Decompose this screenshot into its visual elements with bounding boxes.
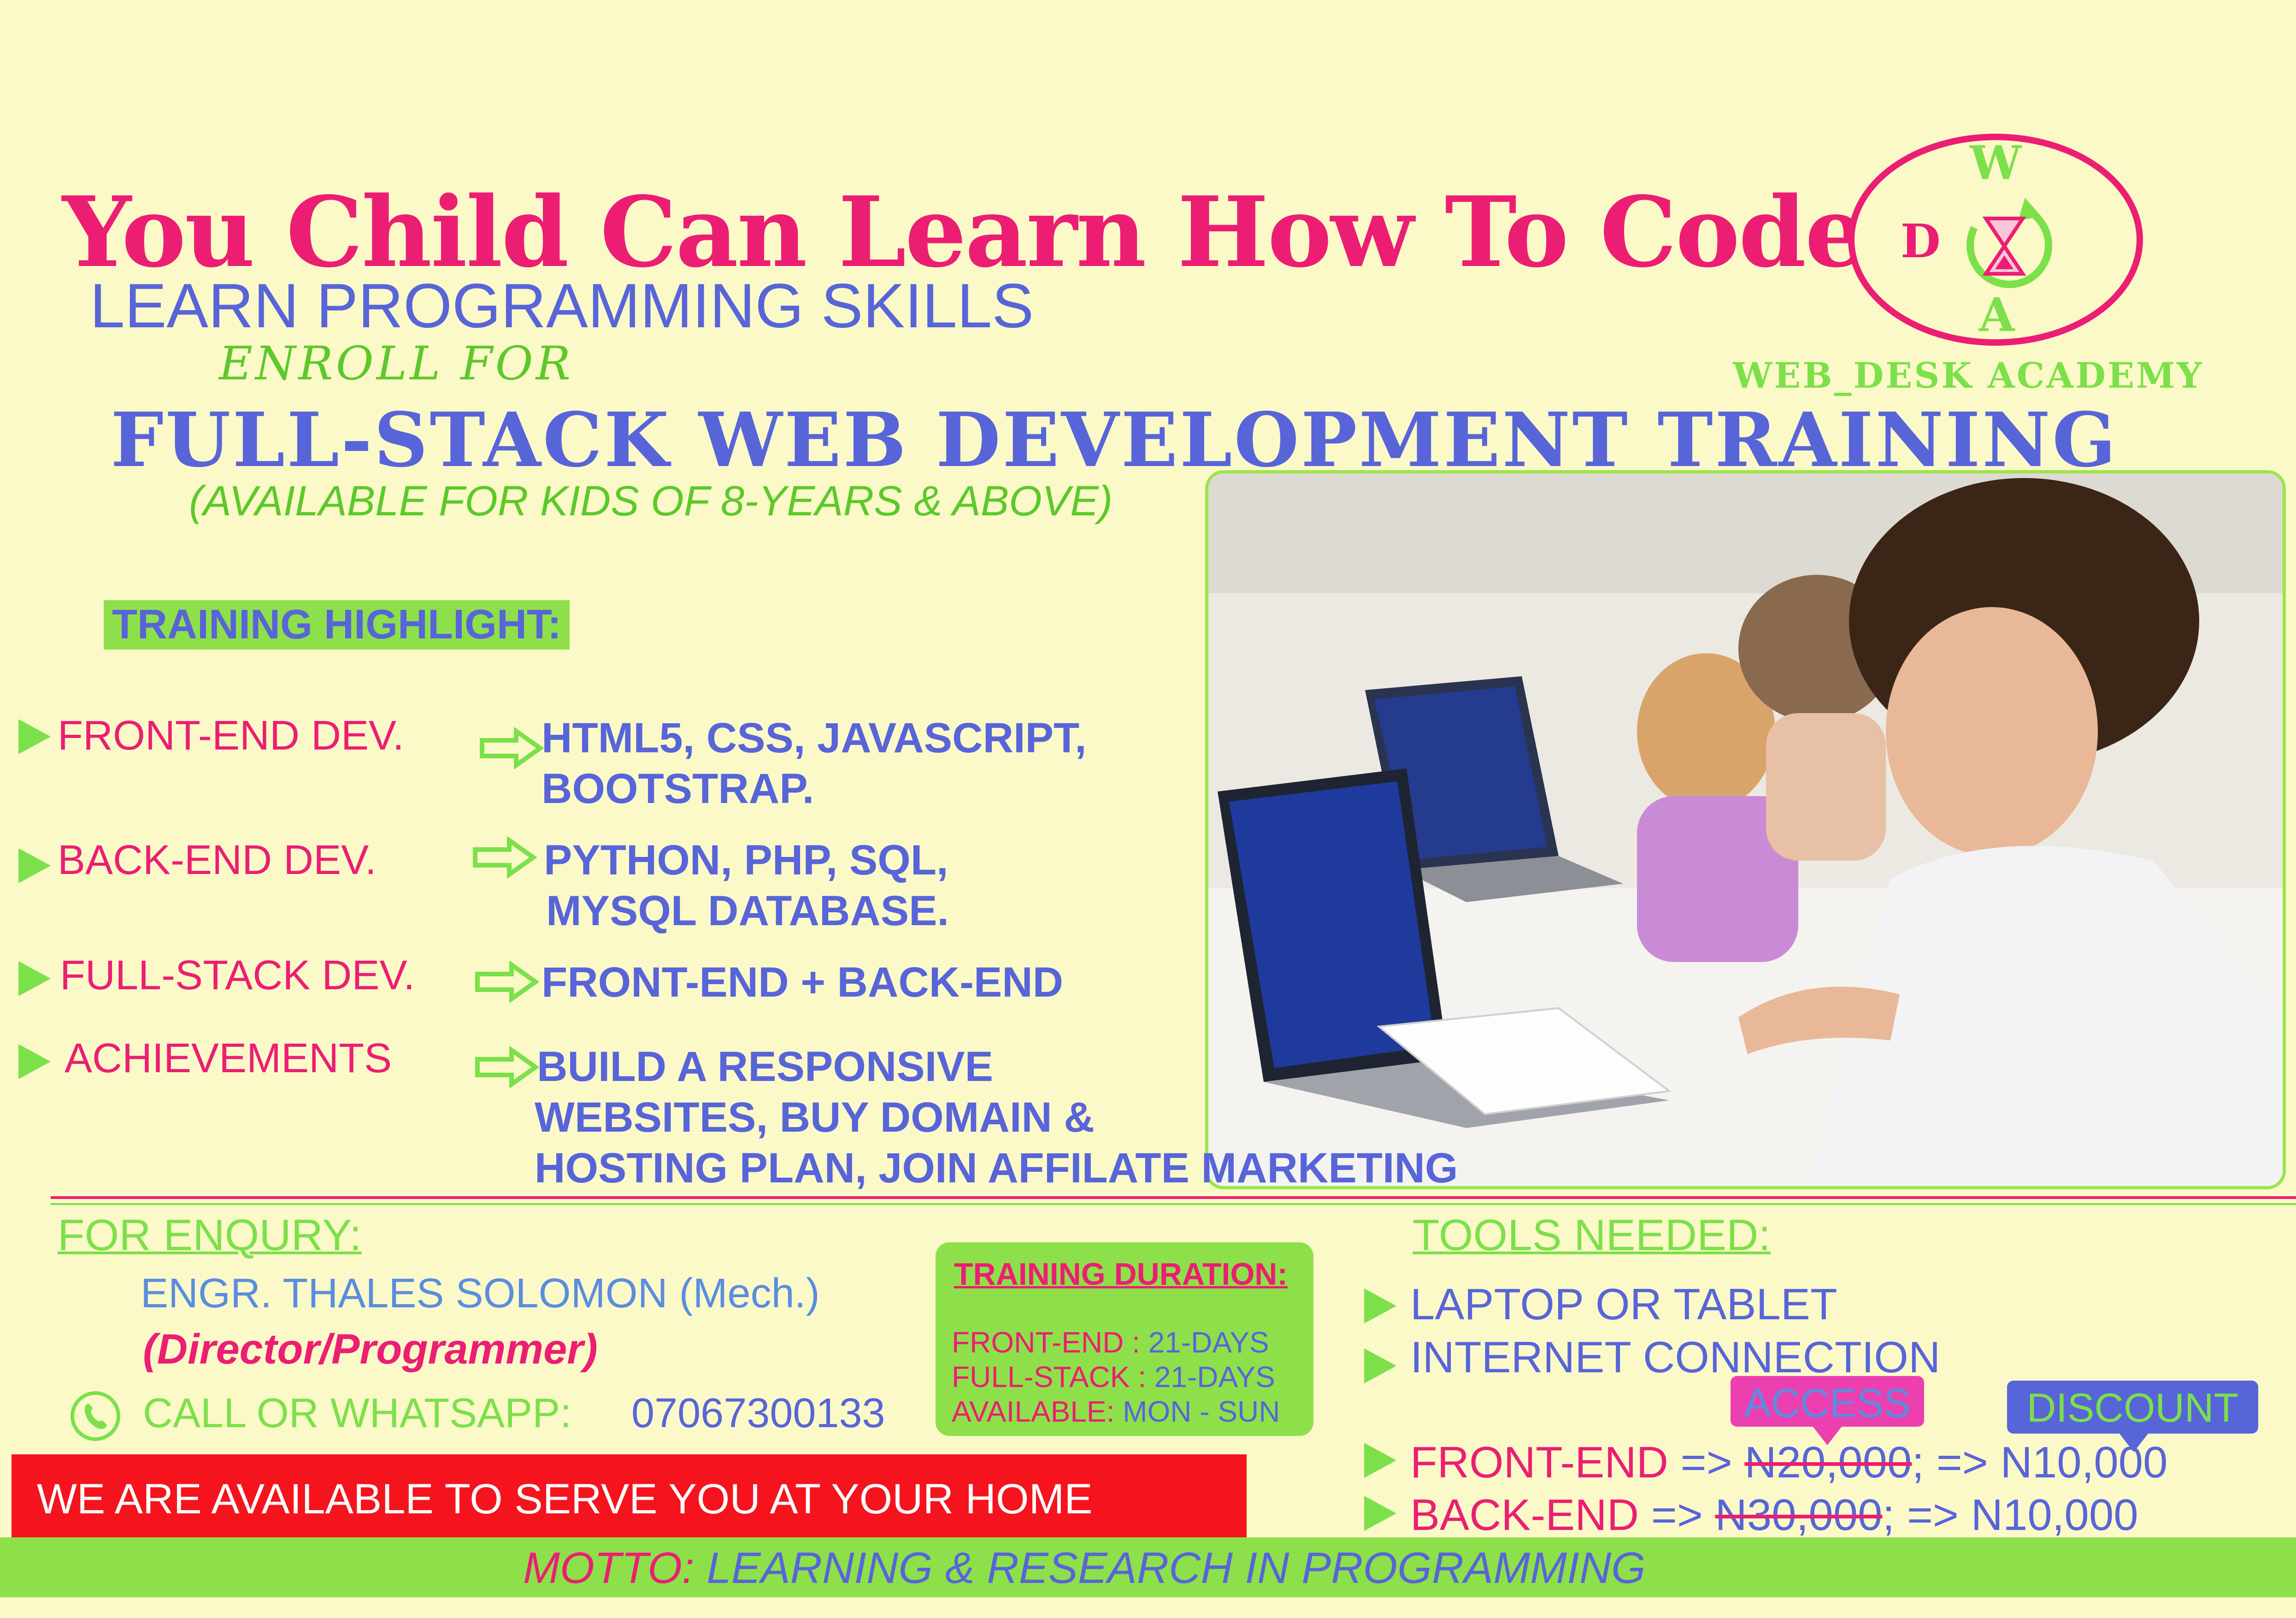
bullet-triangle-icon <box>18 719 51 754</box>
motto-bar: MOTTO: LEARNING & RESEARCH IN PROGRAMMIN… <box>0 1537 2296 1597</box>
motto-value: LEARNING & RESEARCH IN PROGRAMMING <box>694 1543 1646 1593</box>
duration-line: AVAILABLE: MON - SUN <box>952 1394 1280 1429</box>
price-arrow: => <box>1668 1438 1732 1487</box>
enquiry-heading: FOR ENQURY: <box>58 1211 362 1260</box>
price-label: BACK-END <box>1410 1490 1639 1540</box>
home-service-text: WE ARE AVAILABLE TO SERVE YOU AT YOUR HO… <box>37 1476 1093 1523</box>
item-label-full-stack: FULL-STACK DEV. <box>60 952 415 998</box>
phone-number[interactable]: 07067300133 <box>631 1390 885 1437</box>
duration-line-value: 21-DAYS <box>1140 1326 1269 1359</box>
duration-line-label: FULL-STACK : <box>952 1360 1146 1394</box>
bullet-triangle-icon <box>1364 1288 1396 1323</box>
item-desc-achievements-1: BUILD A RESPONSIVE <box>537 1043 993 1090</box>
phone-label: CALL OR WHATSAPP: <box>143 1390 572 1436</box>
item-desc-front-end-1: HTML5, CSS, JAVASCRIPT, <box>542 715 1087 762</box>
item-label-achievements: ACHIEVEMENTS <box>65 1035 392 1081</box>
contact-name: ENGR. THALES SOLOMON (Mech.) <box>141 1270 820 1317</box>
training-highlight-label: TRAINING HIGHLIGHT: <box>104 600 570 650</box>
price-new: => N10,000 <box>1924 1438 2168 1487</box>
price-label: FRONT-END <box>1410 1438 1668 1487</box>
duration-line: FRONT-END : 21-DAYS <box>952 1325 1269 1359</box>
price-row-back-end: BACK-END => N30,000; => N10,000 <box>1410 1490 2138 1541</box>
price-old: N30,000 <box>1715 1490 1883 1540</box>
item-desc-full-stack: FRONT-END + BACK-END <box>542 959 1064 1006</box>
motto-text: MOTTO: LEARNING & RESEARCH IN PROGRAMMIN… <box>523 1543 1646 1594</box>
item-desc-front-end-2: BOOTSTRAP. <box>542 765 814 812</box>
bullet-triangle-icon <box>18 1044 51 1079</box>
tools-heading: TOOLS NEEDED: <box>1413 1211 1771 1260</box>
price-sep: ; <box>1882 1490 1895 1540</box>
arrow-right-icon <box>475 961 539 1003</box>
item-desc-achievements-3: HOSTING PLAN, JOIN AFFILATE MARKETING <box>535 1145 1458 1192</box>
duration-line: FULL-STACK : 21-DAYS <box>952 1360 1275 1394</box>
item-desc-back-end-1: PYTHON, PHP, SQL, <box>544 837 948 884</box>
price-sep: ; <box>1912 1438 1925 1487</box>
training-duration-box: TRAINING DURATION: FRONT-END : 21-DAYS F… <box>936 1242 1313 1436</box>
logo-letter-w: W <box>1970 136 2022 190</box>
motto-label: MOTTO: <box>523 1543 695 1593</box>
tool-item-laptop: LAPTOP OR TABLET <box>1410 1280 1837 1329</box>
photo-illustration <box>1208 473 2283 1186</box>
duration-heading: TRAINING DURATION: <box>954 1257 1288 1292</box>
duration-line-label: AVAILABLE: <box>952 1395 1115 1428</box>
tool-item-internet: INTERNET CONNECTION <box>1410 1333 1941 1382</box>
academy-name: WEB_DESK ACADEMY <box>1733 355 2204 396</box>
phone-icon <box>71 1391 120 1441</box>
price-new: => N10,000 <box>1895 1490 2138 1540</box>
duration-line-value: MON - SUN <box>1114 1395 1280 1428</box>
enroll-label: ENROLL FOR <box>219 337 574 390</box>
hourglass-icon <box>1982 217 2026 276</box>
access-badge: ACCESS <box>1731 1376 1924 1445</box>
price-old: N20,000 <box>1744 1438 1912 1487</box>
bullet-triangle-icon <box>1364 1348 1396 1383</box>
divider-pink <box>51 1196 2296 1199</box>
kids-coding-photo <box>1205 470 2286 1189</box>
bullet-triangle-icon <box>18 961 51 996</box>
duration-line-value: 21-DAYS <box>1146 1360 1275 1394</box>
age-note: (AVAILABLE FOR KIDS OF 8-YEARS & ABOVE) <box>189 478 1113 525</box>
academy-logo: W D A <box>1848 134 2143 346</box>
bullet-triangle-icon <box>1364 1443 1396 1478</box>
contact-role: (Director/Programmer) <box>143 1326 598 1373</box>
discount-label: DISCOUNT <box>2026 1385 2239 1430</box>
logo-letter-d: D <box>1901 214 1941 268</box>
divider-green <box>51 1203 2296 1205</box>
arrow-right-icon <box>480 727 544 769</box>
arrow-right-icon <box>473 837 537 878</box>
item-desc-back-end-2: MYSQL DATABASE. <box>546 887 949 934</box>
item-desc-achievements-2: WEBSITES, BUY DOMAIN & <box>535 1094 1095 1141</box>
poster-subtitle: LEARN PROGRAMMING SKILLS <box>90 271 1034 341</box>
price-row-front-end: FRONT-END => N20,000; => N10,000 <box>1410 1437 2167 1488</box>
home-service-banner: WE ARE AVAILABLE TO SERVE YOU AT YOUR HO… <box>12 1454 1247 1537</box>
bullet-triangle-icon <box>18 848 51 883</box>
arrow-right-icon <box>475 1046 539 1088</box>
discount-badge: DISCOUNT <box>2007 1381 2258 1452</box>
duration-line-label: FRONT-END : <box>952 1326 1140 1359</box>
item-label-front-end: FRONT-END DEV. <box>58 713 404 759</box>
access-label: ACCESS <box>1744 1380 1911 1426</box>
item-label-back-end: BACK-END DEV. <box>58 837 377 883</box>
price-arrow: => <box>1651 1490 1703 1540</box>
bullet-triangle-icon <box>1364 1496 1396 1531</box>
